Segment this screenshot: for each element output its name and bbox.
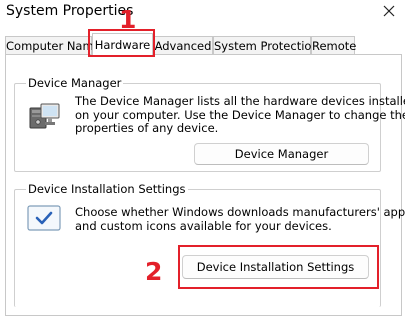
tab-computer-name[interactable]: Computer Name [5, 36, 101, 54]
description-line: The Device Manager lists all the hardwar… [75, 94, 405, 108]
tab-remote[interactable]: Remote [311, 36, 356, 54]
tab-system-protection[interactable]: System Protection [213, 36, 319, 54]
device-manager-group-label: Device Manager [26, 76, 124, 90]
system-properties-window: System Properties Computer Name Hardware… [0, 0, 405, 316]
tab-advanced[interactable]: Advanced [153, 36, 213, 54]
checkbox-check-icon [27, 205, 61, 231]
device-manager-description: The Device Manager lists all the hardwar… [75, 94, 405, 136]
annotation-step-number: 1 [119, 5, 137, 34]
device-installation-description: Choose whether Windows downloads manufac… [75, 205, 405, 233]
device-installation-group-label: Device Installation Settings [26, 182, 188, 196]
annotation-step-number: 2 [145, 257, 163, 286]
close-icon [383, 5, 395, 17]
window-title: System Properties [6, 3, 134, 19]
device-manager-button[interactable]: Device Manager [194, 143, 369, 165]
description-line: Choose whether Windows downloads manufac… [75, 205, 405, 219]
description-line: and custom icons available for your devi… [75, 218, 332, 233]
description-line: on your computer. Use the Device Manager… [75, 107, 405, 122]
device-manager-icon [29, 103, 60, 129]
title-bar: System Properties [0, 0, 405, 28]
close-button[interactable] [378, 0, 400, 22]
description-line: properties of any device. [75, 121, 219, 135]
annotation-highlight-installation-button [178, 245, 379, 289]
